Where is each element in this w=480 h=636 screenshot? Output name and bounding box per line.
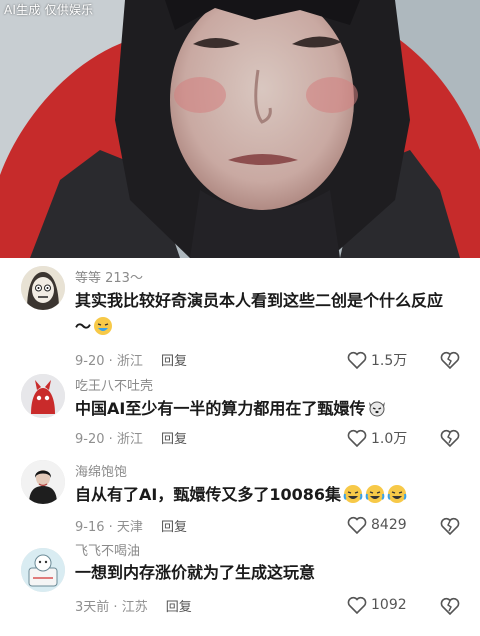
comment-location: 天津 <box>116 520 143 535</box>
comment-username[interactable]: 吃王八不吐壳 <box>75 375 153 394</box>
heart-icon <box>347 516 367 534</box>
comment-date: 9-16 <box>75 520 105 535</box>
like-button[interactable]: 1092 <box>347 596 407 614</box>
watermark-label: AI生成 仅供娱乐 <box>4 3 94 17</box>
comment-username[interactable]: 飞飞不喝油 <box>75 540 140 559</box>
broken-heart-icon <box>440 429 460 448</box>
comment-text-body: 自从有了AI，甄嬛传又多了10086集 <box>75 485 342 504</box>
comment-meta: 9-20 · 浙江 回复 <box>75 432 187 447</box>
heart-icon <box>347 429 367 447</box>
comment-date: 3天前 <box>75 600 110 615</box>
crying-laugh-emoji-icon <box>343 485 363 503</box>
avatar-cartoon-icon <box>21 548 65 592</box>
dislike-button[interactable] <box>440 517 460 539</box>
comment-location: 江苏 <box>121 600 148 615</box>
comment-item: 吃王八不吐壳 中国AI至少有一半的算力都用在了甄嬛传 9-20 · 浙江 回复 1… <box>0 366 480 452</box>
crying-laugh-emoji-icon <box>387 485 407 503</box>
broken-heart-icon <box>440 517 460 536</box>
comment-meta: 9-16 · 天津 回复 <box>75 520 187 535</box>
like-button[interactable]: 1.0万 <box>347 428 407 448</box>
comment-text-body: 中国AI至少有一半的算力都用在了甄嬛传 <box>75 399 366 418</box>
crying-woman-image <box>0 0 480 258</box>
comment-date: 9-20 <box>75 432 105 447</box>
comment-item: 等等 213～ 其实我比较好奇演员本人看到这些二创是个什么反应～ 9-20 · … <box>0 258 480 370</box>
laugh-emoji-icon <box>94 317 113 335</box>
comment-meta: 3天前 · 江苏 回复 <box>75 600 192 615</box>
avatar-creature-icon <box>21 374 65 418</box>
avatar[interactable] <box>21 374 65 418</box>
comment-item: 海绵饱饱 自从有了AI，甄嬛传又多了10086集 9-16 · 天津 回复 842… <box>0 452 480 540</box>
comment-text: 自从有了AI，甄嬛传又多了10086集 <box>75 482 455 508</box>
comment-text: 中国AI至少有一半的算力都用在了甄嬛传 <box>75 396 455 422</box>
like-count: 8429 <box>371 517 407 533</box>
comment-location: 浙江 <box>116 432 143 447</box>
comment-text-body: 其实我比较好奇演员本人看到这些二创是个什么反应～ <box>75 291 444 336</box>
broken-heart-icon <box>440 597 460 616</box>
dislike-button[interactable] <box>440 597 460 619</box>
comment-text: 一想到内存涨价就为了生成这玩意 <box>75 560 455 586</box>
avatar[interactable] <box>21 266 65 310</box>
avatar-face-icon <box>21 266 65 310</box>
dog-emoji-icon <box>369 401 386 417</box>
avatar[interactable] <box>21 548 65 592</box>
comment-username[interactable]: 等等 213～ <box>75 267 143 286</box>
reply-button[interactable]: 回复 <box>161 520 187 535</box>
avatar[interactable] <box>21 460 65 504</box>
crying-laugh-emoji-icon <box>365 485 385 503</box>
dislike-button[interactable] <box>440 429 460 451</box>
video-still: AI生成 仅供娱乐 <box>0 0 480 258</box>
like-button[interactable]: 8429 <box>347 516 407 534</box>
like-count: 1.0万 <box>371 431 408 447</box>
comment-username[interactable]: 海绵饱饱 <box>75 461 127 480</box>
comment-list: 等等 213～ 其实我比较好奇演员本人看到这些二创是个什么反应～ 9-20 · … <box>0 258 480 636</box>
comment-item: 飞飞不喝油 一想到内存涨价就为了生成这玩意 3天前 · 江苏 回复 1092 <box>0 540 480 632</box>
like-count: 1092 <box>371 597 407 613</box>
comment-text: 其实我比较好奇演员本人看到这些二创是个什么反应～ <box>75 288 455 340</box>
reply-button[interactable]: 回复 <box>161 432 187 447</box>
heart-icon <box>347 596 367 614</box>
comment-text-body: 一想到内存涨价就为了生成这玩意 <box>75 563 316 582</box>
avatar-person-icon <box>21 460 65 504</box>
reply-button[interactable]: 回复 <box>166 600 192 615</box>
